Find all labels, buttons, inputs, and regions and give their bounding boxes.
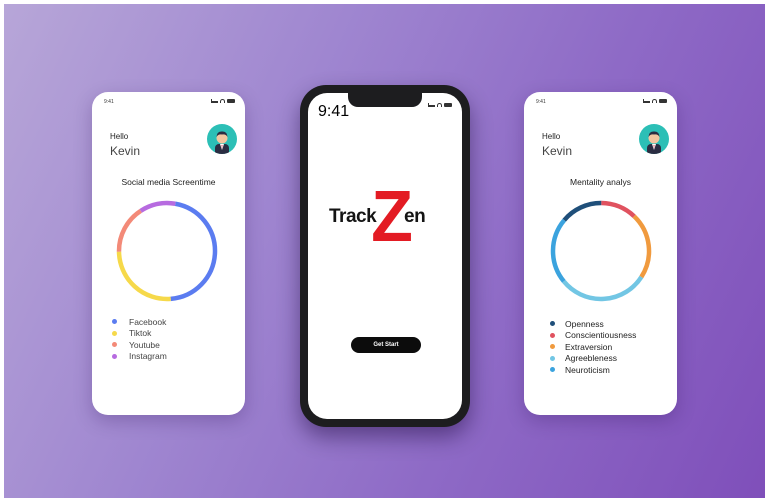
battery-icon	[444, 103, 452, 107]
legend-dot	[112, 319, 117, 325]
screentime-screen: 9:41 Hello Kevin Social media Screentime…	[92, 92, 245, 415]
signal-icon	[211, 99, 218, 103]
user-name: Kevin	[110, 144, 141, 158]
legend-dot	[112, 330, 117, 336]
legend-item: Agreebleness	[550, 353, 636, 365]
legend-dot	[550, 344, 555, 350]
get-start-button[interactable]: Get Start	[351, 337, 421, 353]
status-time: 9:41	[104, 99, 114, 105]
legend-label: Extraversion	[565, 341, 613, 352]
phone-notch	[348, 93, 422, 107]
status-time: 9:41	[318, 103, 350, 120]
legend-label: Tiktok	[129, 328, 152, 339]
battery-icon	[227, 99, 235, 103]
status-icons	[211, 99, 235, 103]
legend-item: Youtube	[112, 339, 167, 351]
screentime-legend: Facebook Tiktok Youtube Instagram	[112, 316, 167, 362]
legend-item: Neuroticism	[550, 364, 636, 376]
card-title: Mentality analys	[570, 177, 631, 187]
ring-segment	[562, 200, 602, 222]
legend-label: Facebook	[129, 316, 167, 327]
ring-segment	[562, 275, 644, 302]
legend-label: Conscientiousness	[565, 330, 637, 341]
splash-screen: 9:41 Z Track en Get Start	[308, 93, 462, 419]
card-title: Social media Screentime	[121, 177, 216, 187]
legend-label: Instagram	[129, 351, 167, 362]
ring-segment	[550, 218, 566, 283]
legend-item: Extraversion	[550, 341, 636, 353]
legend-dot	[112, 342, 117, 348]
ring-segment	[170, 201, 218, 302]
splash-phone: 9:41 Z Track en Get Start	[300, 85, 470, 427]
avatar-icon[interactable]	[639, 124, 669, 154]
legend-label: Youtube	[129, 339, 160, 350]
legend-dot	[550, 321, 555, 327]
greeting-label: Hello	[110, 132, 129, 141]
ring-segment	[139, 200, 176, 213]
promo-stage: 9:41 Hello Kevin Social media Screentime…	[4, 4, 765, 498]
legend-dot	[550, 332, 555, 338]
legend-label: Agreebleness	[565, 353, 617, 364]
user-name: Kevin	[542, 144, 573, 158]
legend-label: Openness	[565, 318, 604, 329]
mentality-legend: Openness Conscientiousness Extraversion …	[550, 318, 636, 376]
logo-text-right: en	[404, 206, 426, 227]
status-bar: 9:41	[524, 92, 677, 108]
legend-item: Facebook	[112, 316, 167, 328]
legend-dot	[112, 353, 117, 359]
ring-segment	[116, 251, 171, 302]
status-time: 9:41	[536, 99, 546, 105]
wifi-icon	[220, 99, 225, 103]
status-icons	[428, 103, 452, 107]
mentality-ring	[550, 200, 652, 302]
signal-icon	[428, 103, 435, 107]
legend-item: Tiktok	[112, 328, 167, 340]
legend-label: Neuroticism	[565, 364, 610, 375]
legend-dot	[550, 367, 555, 373]
mentality-screen: 9:41 Hello Kevin Mentality analys Openne…	[524, 92, 677, 415]
logo-text-left: Track	[329, 206, 377, 227]
trackzen-logo: Z Track en	[326, 181, 446, 255]
greeting-label: Hello	[542, 132, 561, 141]
legend-item: Openness	[550, 318, 636, 330]
wifi-icon	[652, 99, 657, 103]
signal-icon	[643, 99, 650, 103]
ring-segment	[632, 214, 652, 279]
wifi-icon	[437, 103, 442, 107]
legend-dot	[550, 355, 555, 361]
legend-item: Instagram	[112, 351, 167, 363]
ring-segment	[116, 208, 143, 252]
legend-item: Conscientiousness	[550, 330, 636, 342]
status-icons	[643, 99, 667, 103]
avatar-icon[interactable]	[207, 124, 237, 154]
screentime-ring	[116, 200, 218, 302]
status-bar: 9:41	[92, 92, 245, 108]
battery-icon	[659, 99, 667, 103]
ring-segment	[601, 200, 636, 218]
